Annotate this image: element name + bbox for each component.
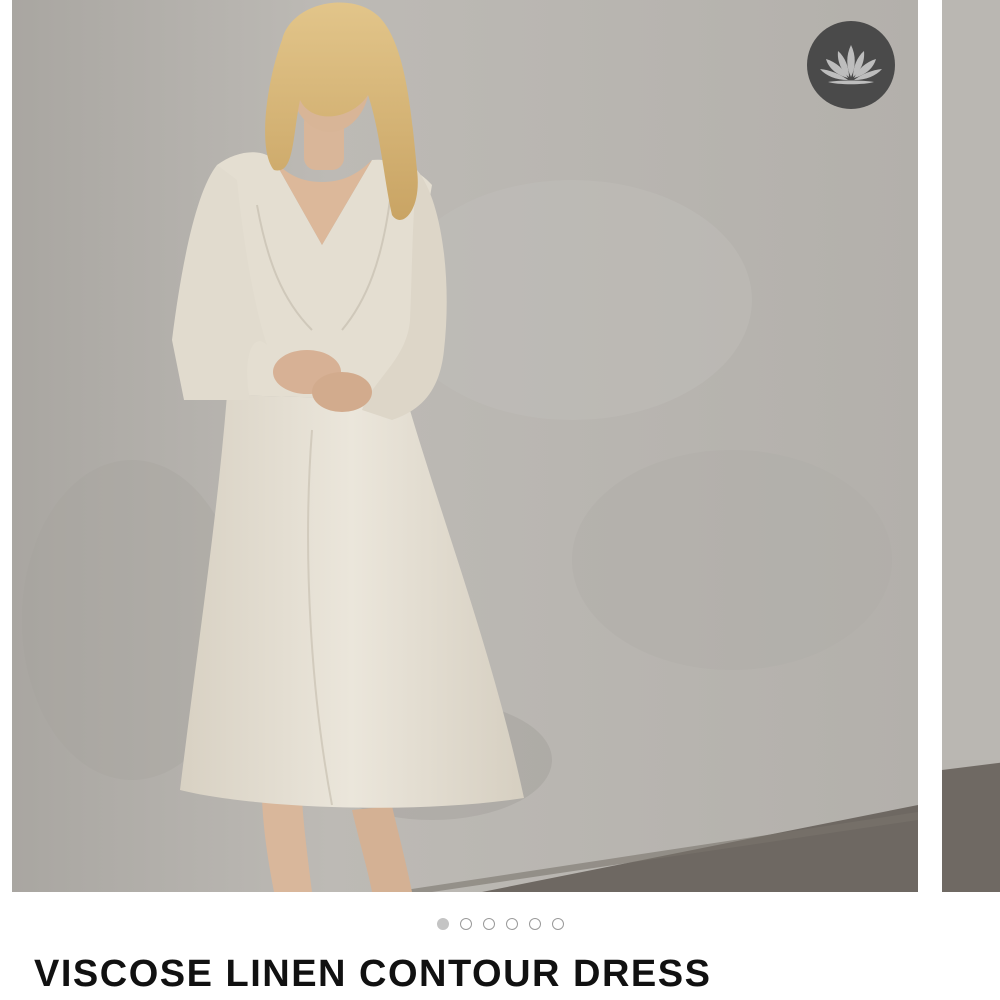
pagination-dot[interactable]	[528, 918, 541, 930]
pagination-dot[interactable]	[482, 918, 495, 930]
product-title: VISCOSE LINEN CONTOUR DRESS	[34, 953, 712, 995]
brand-badge	[807, 21, 895, 109]
pagination-dot[interactable]	[551, 918, 564, 930]
lotus-icon	[820, 45, 882, 85]
next-photo	[942, 0, 1000, 892]
product-image-carousel[interactable]	[0, 0, 1000, 892]
product-image-main[interactable]	[12, 0, 918, 892]
pagination-dots	[436, 918, 564, 930]
product-page: VISCOSE LINEN CONTOUR DRESS	[0, 0, 1000, 1000]
pagination-dot[interactable]	[436, 918, 449, 930]
carousel-pagination	[0, 914, 1000, 934]
product-image-next-preview[interactable]	[942, 0, 1000, 892]
pagination-dot[interactable]	[505, 918, 518, 930]
model-photo	[12, 0, 918, 892]
pagination-dot[interactable]	[459, 918, 472, 930]
